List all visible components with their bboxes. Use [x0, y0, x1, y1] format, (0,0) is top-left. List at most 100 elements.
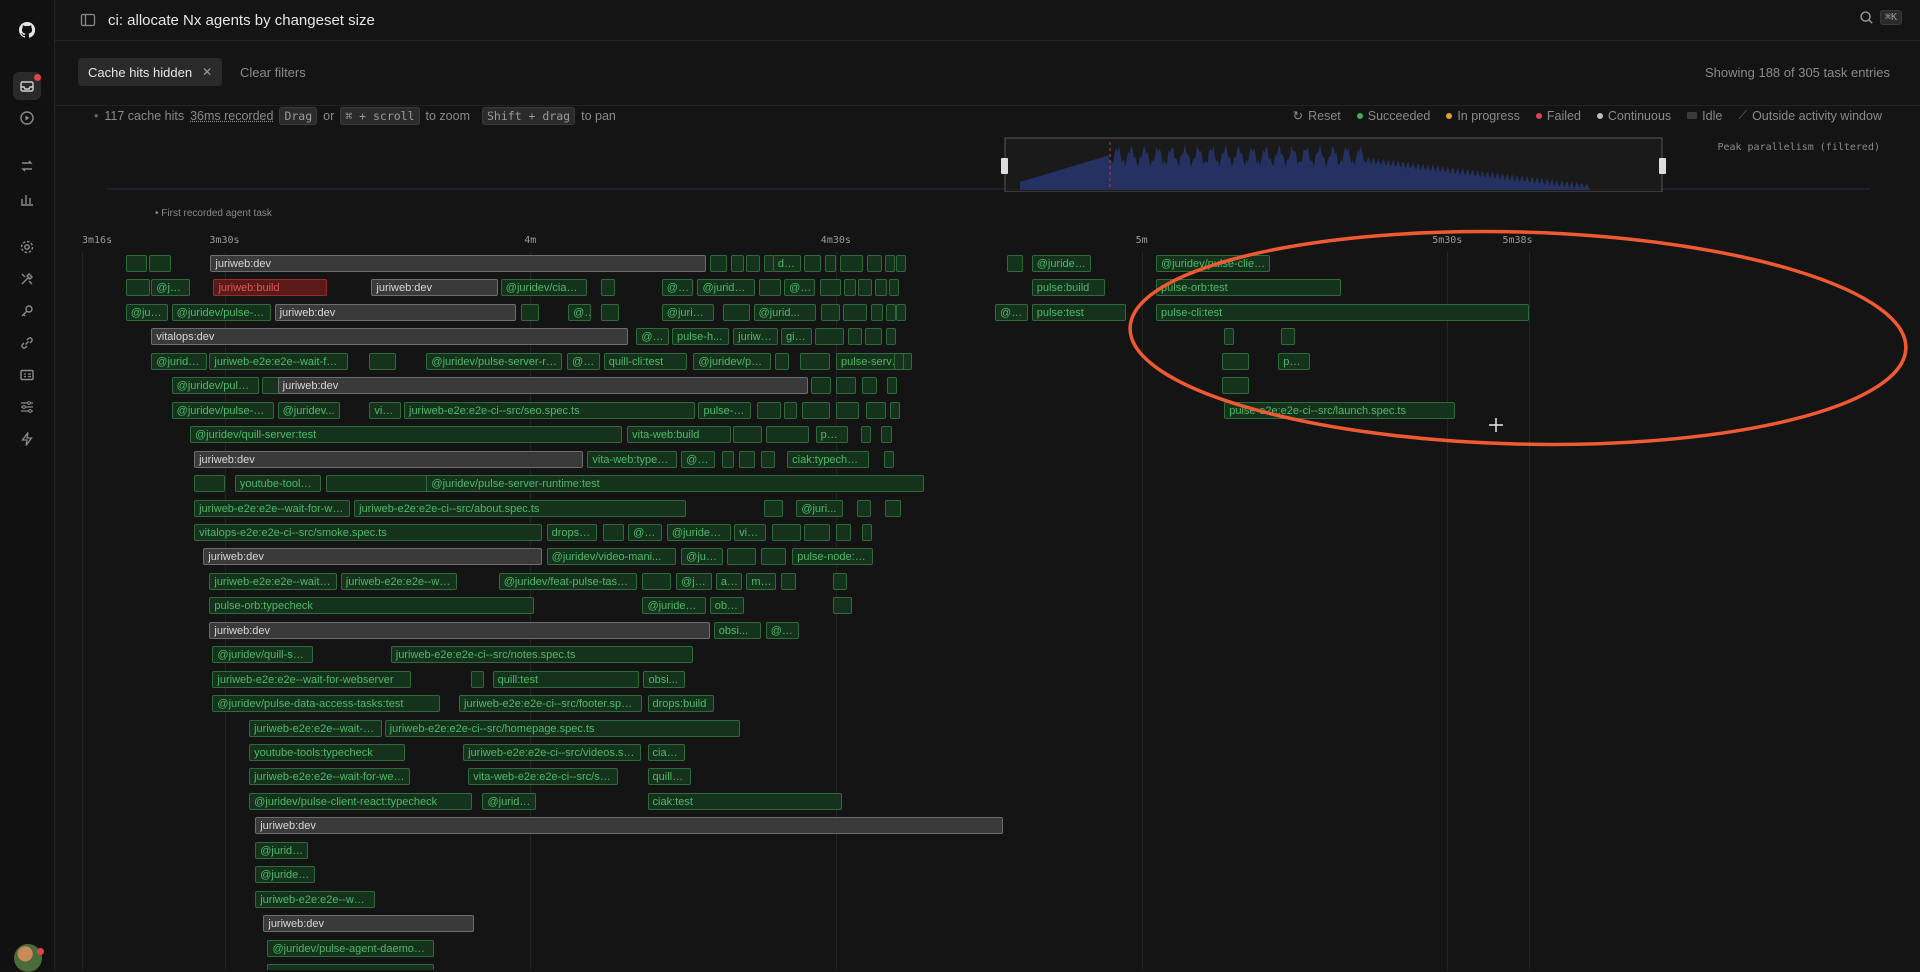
task-bar[interactable]: @juridev...: [255, 841, 309, 859]
task-bar[interactable]: juriweb-e2e:e2e--wait-for-...: [209, 572, 337, 590]
task-bar[interactable]: [896, 255, 907, 272]
task-bar[interactable]: @juridev/p...: [1031, 255, 1091, 272]
task-bar[interactable]: juriweb-e2e:e2e--wait-for-...: [249, 719, 382, 737]
task-bar[interactable]: [864, 328, 882, 346]
task-bar[interactable]: pulse-cli:test: [1156, 303, 1529, 321]
task-bar[interactable]: quill-cli:test: [603, 352, 688, 370]
task-bar[interactable]: [739, 450, 755, 468]
task-bar[interactable]: [885, 303, 896, 321]
task-bar[interactable]: @juridev/quill-serv...: [212, 646, 314, 664]
task-bar[interactable]: [1007, 255, 1023, 272]
task-bar[interactable]: au...: [715, 572, 743, 590]
task-bar[interactable]: @juridev/pulse-code...: [171, 401, 274, 419]
task-bar[interactable]: [870, 303, 883, 321]
task-bar[interactable]: [800, 352, 830, 370]
task-bar[interactable]: @juridev/pulse-client-react:typecheck: [249, 792, 473, 810]
task-bar[interactable]: juriweb:dev: [194, 450, 584, 468]
task-bar[interactable]: pulse:build: [1031, 279, 1106, 297]
task-bar[interactable]: juriweb:dev: [371, 279, 498, 297]
task-bar[interactable]: youtube-tools:build: [234, 475, 322, 493]
task-bar[interactable]: [125, 279, 151, 297]
chart-icon[interactable]: [17, 189, 37, 209]
task-bar[interactable]: vita-web-e2e:e2e-ci--src/sm...: [468, 768, 618, 786]
task-bar[interactable]: [884, 255, 895, 272]
task-bar[interactable]: vita...: [369, 401, 401, 419]
task-bar[interactable]: vita...: [734, 523, 766, 541]
swap-icon[interactable]: [17, 156, 37, 176]
task-bar[interactable]: gira...: [781, 328, 812, 346]
task-bar[interactable]: [1222, 377, 1249, 395]
task-bar[interactable]: [887, 377, 898, 395]
task-bar[interactable]: [125, 255, 148, 272]
task-bar[interactable]: [149, 255, 171, 272]
legend-outside-window[interactable]: ⟋ Outside activity window: [1738, 108, 1882, 123]
task-bar[interactable]: [600, 279, 615, 297]
legend-failed[interactable]: Failed: [1535, 108, 1581, 123]
task-bar[interactable]: [861, 377, 877, 395]
task-bar[interactable]: vita-web:build: [627, 426, 732, 444]
task-bar[interactable]: @juridev/feat-pulse-tasks:...: [498, 572, 638, 590]
task-bar[interactable]: [746, 255, 760, 272]
task-bar[interactable]: @ju...: [681, 450, 715, 468]
github-icon[interactable]: [17, 20, 37, 40]
task-bar[interactable]: [820, 303, 841, 321]
task-bar[interactable]: pul...: [1278, 352, 1310, 370]
task-bar[interactable]: @juridev/pulse-cr...: [171, 377, 260, 395]
task-bar[interactable]: pulse-h...: [672, 328, 730, 346]
task-bar[interactable]: [894, 352, 905, 370]
task-bar[interactable]: [600, 303, 619, 321]
task-bar[interactable]: juriweb-e2e:e2e-ci--src/homepage.spec.ts: [384, 719, 741, 737]
task-bar[interactable]: juriweb-e2e:e2e-ci--src/seo.spec.ts: [404, 401, 696, 419]
sidebar-toggle-icon[interactable]: [80, 12, 96, 28]
task-bar[interactable]: [883, 450, 895, 468]
task-bar[interactable]: [325, 475, 432, 493]
task-bar[interactable]: vita-web:typech...: [587, 450, 678, 468]
task-bar[interactable]: vitalops:dev: [151, 328, 629, 346]
task-bar[interactable]: dat...: [772, 255, 802, 272]
task-bar[interactable]: [874, 279, 887, 297]
task-bar[interactable]: [804, 255, 821, 272]
task-bar[interactable]: @juridev/ciak-ff...: [500, 279, 588, 297]
task-bar[interactable]: juriwe...: [733, 328, 778, 346]
minimap-right-handle[interactable]: [1659, 158, 1666, 174]
task-bar[interactable]: [836, 523, 852, 541]
task-bar[interactable]: [844, 279, 857, 297]
task-bar[interactable]: [858, 279, 872, 297]
task-bar[interactable]: [848, 328, 862, 346]
task-bar[interactable]: @juride...: [661, 303, 714, 321]
task-bar[interactable]: [1224, 328, 1235, 346]
close-icon[interactable]: ✕: [202, 65, 212, 79]
task-bar[interactable]: juriweb:dev: [209, 621, 710, 639]
clear-filters-button[interactable]: Clear filters: [240, 65, 306, 80]
task-bar[interactable]: @juridev/...: [482, 792, 537, 810]
task-bar[interactable]: @juri...: [796, 499, 844, 517]
task-bar[interactable]: pulse-node:ty...: [792, 548, 873, 566]
task-bar[interactable]: @juridev/...: [697, 279, 755, 297]
task-bar[interactable]: pul...: [815, 426, 849, 444]
task-bar[interactable]: pulse-e...: [698, 401, 752, 419]
task-bar[interactable]: @juridev/pulse-client-...: [1156, 255, 1271, 272]
task-bar[interactable]: @juridev/fe...: [666, 523, 732, 541]
task-bar[interactable]: [857, 499, 871, 517]
task-bar[interactable]: @ju...: [636, 328, 669, 346]
task-bar[interactable]: [824, 255, 837, 272]
task-bar[interactable]: [369, 352, 396, 370]
task-bar[interactable]: pulse:test: [1031, 303, 1127, 321]
task-bar[interactable]: juriweb:dev: [277, 377, 808, 395]
task-bar[interactable]: [1281, 328, 1295, 346]
task-bar[interactable]: @jurid...: [753, 303, 816, 321]
task-bar[interactable]: [843, 303, 867, 321]
parallelism-minimap[interactable]: [107, 130, 1870, 192]
minimap-left-handle[interactable]: [1001, 158, 1008, 174]
task-bar[interactable]: [721, 450, 735, 468]
task-bar[interactable]: @juridev/pulse...: [693, 352, 771, 370]
task-bar[interactable]: [765, 426, 809, 444]
task-bar[interactable]: ciak:typecheck: [787, 450, 869, 468]
task-bar[interactable]: pulse-orb:typecheck: [209, 597, 535, 615]
task-bar[interactable]: [889, 279, 900, 297]
task-bar[interactable]: vitalops-e2e:e2e-ci--src/smoke.spec.ts: [194, 523, 542, 541]
task-bar[interactable]: youtube-tools:typecheck: [249, 744, 406, 761]
task-bar[interactable]: @juridev/pulse-ag...: [171, 303, 271, 321]
task-bar[interactable]: @jur...: [567, 352, 600, 370]
task-bar[interactable]: [861, 523, 872, 541]
